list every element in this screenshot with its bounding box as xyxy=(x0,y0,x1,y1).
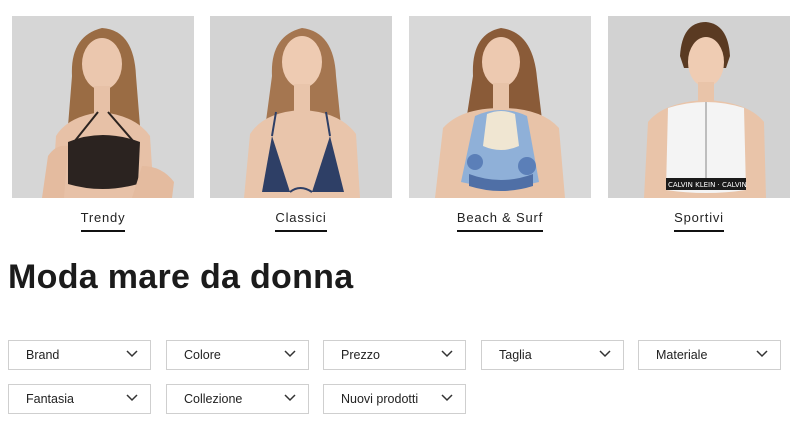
chevron-down-icon xyxy=(126,350,138,358)
chevron-down-icon xyxy=(599,350,611,358)
page-title: Moda mare da donna xyxy=(8,258,354,296)
model-floral-crochet-icon xyxy=(409,16,591,198)
filter-label: Fantasia xyxy=(26,392,74,406)
chevron-down-icon xyxy=(441,350,453,358)
filter-collezione[interactable]: Collezione xyxy=(166,384,309,414)
chevron-down-icon xyxy=(126,394,138,402)
category-photo[interactable] xyxy=(210,16,392,198)
model-navy-triangle-icon xyxy=(210,16,392,198)
filter-brand[interactable]: Brand xyxy=(8,340,151,370)
filter-taglia[interactable]: Taglia xyxy=(481,340,624,370)
swimwear-brand-print: CALVIN KLEIN · CALVIN xyxy=(668,181,747,189)
filter-label: Taglia xyxy=(499,348,532,362)
chevron-down-icon xyxy=(441,394,453,402)
category-row: Trendy Classici Beach & Surf CALVIN KLEI… xyxy=(12,16,790,236)
filter-fantasia[interactable]: Fantasia xyxy=(8,384,151,414)
category-label[interactable]: Sportivi xyxy=(674,210,724,232)
filter-label: Collezione xyxy=(184,392,243,406)
category-photo[interactable]: CALVIN KLEIN · CALVIN xyxy=(608,16,790,198)
chevron-down-icon xyxy=(284,350,296,358)
filter-label: Colore xyxy=(184,348,221,362)
filter-label: Brand xyxy=(26,348,60,362)
category-label[interactable]: Trendy xyxy=(80,210,126,232)
filter-label: Nuovi prodotti xyxy=(341,392,419,406)
category-card-beach-surf[interactable]: Beach & Surf xyxy=(409,16,591,232)
category-photo[interactable] xyxy=(12,16,194,198)
filter-nuovi-prodotti[interactable]: Nuovi prodotti xyxy=(323,384,466,414)
chevron-down-icon xyxy=(756,350,768,358)
filter-label: Prezzo xyxy=(341,348,380,362)
chevron-down-icon xyxy=(284,394,296,402)
category-label[interactable]: Classici xyxy=(275,210,327,232)
category-card-classici[interactable]: Classici xyxy=(210,16,392,232)
category-card-sportivi[interactable]: CALVIN KLEIN · CALVIN Sportivi xyxy=(608,16,790,232)
model-white-zip-top-icon: CALVIN KLEIN · CALVIN xyxy=(608,16,790,198)
filter-label: Materiale xyxy=(656,348,708,362)
filter-colore[interactable]: Colore xyxy=(166,340,309,370)
category-card-trendy[interactable]: Trendy xyxy=(12,16,194,232)
filter-prezzo[interactable]: Prezzo xyxy=(323,340,466,370)
filter-materiale[interactable]: Materiale xyxy=(638,340,781,370)
model-black-halter-icon xyxy=(12,16,194,198)
category-photo[interactable] xyxy=(409,16,591,198)
category-label[interactable]: Beach & Surf xyxy=(456,210,544,232)
